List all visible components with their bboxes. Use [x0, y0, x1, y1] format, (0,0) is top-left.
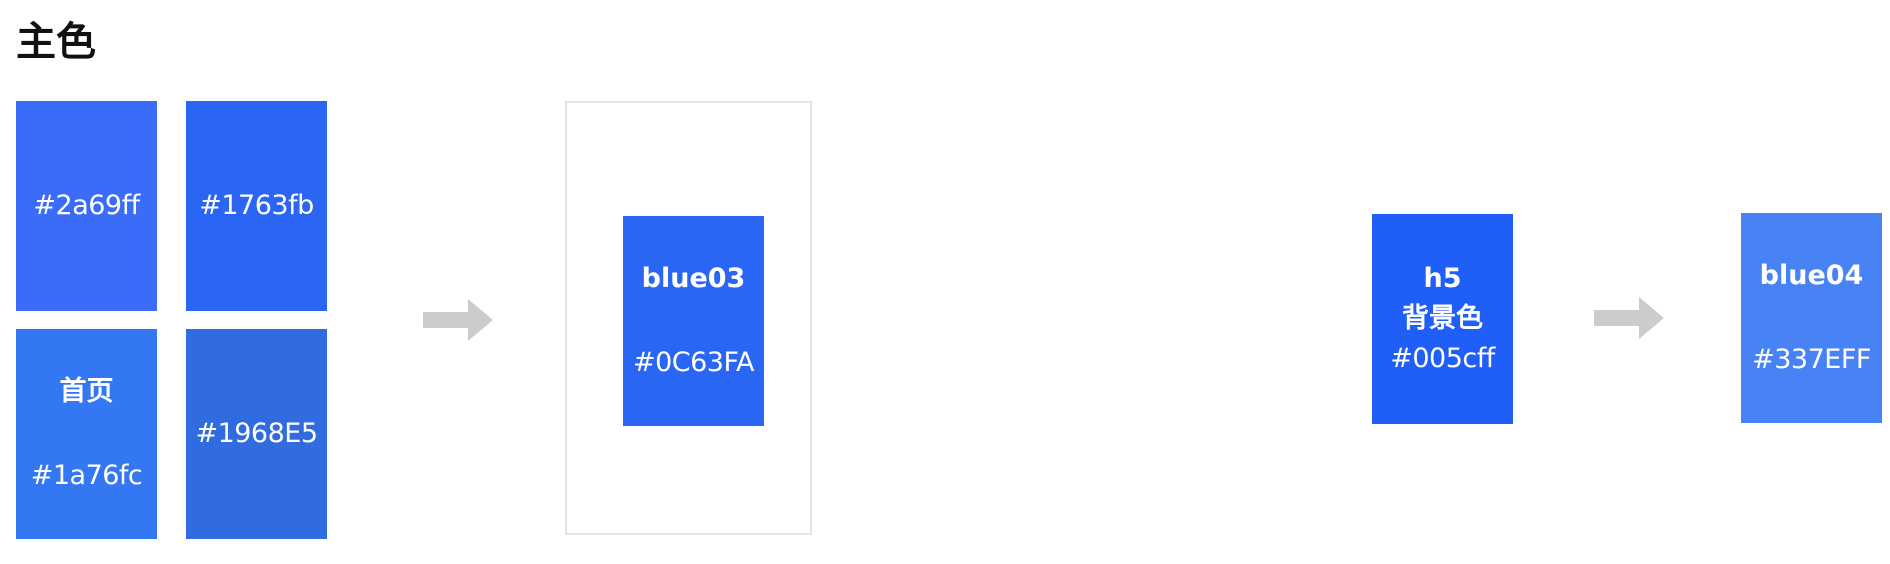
color-swatch-1763fb: #1763fb: [186, 101, 327, 311]
color-swatch-h5-background: h5 背景色 #005cff: [1372, 214, 1513, 424]
swatch-hex-label: #2a69ff: [33, 190, 140, 221]
color-swatch-blue04: blue04 #337EFF: [1741, 213, 1882, 423]
swatch-hex-label: #1763fb: [199, 190, 314, 221]
swatch-name-label: blue03: [641, 263, 746, 294]
swatch-name-sublabel: 背景色: [1402, 303, 1483, 334]
swatch-hex-label: #1968E5: [195, 418, 318, 449]
swatch-name-label: 首页: [59, 376, 114, 407]
swatch-name-label: blue04: [1759, 260, 1864, 291]
page-title: 主色: [16, 19, 96, 65]
color-swatch-blue03: blue03 #0C63FA: [623, 216, 764, 426]
color-swatch-2a69ff: #2a69ff: [16, 101, 157, 311]
swatch-hex-label: #005cff: [1390, 343, 1495, 374]
swatch-hex-label: #1a76fc: [30, 460, 143, 491]
swatch-hex-label: #0C63FA: [632, 347, 755, 378]
arrow-right-icon: [423, 299, 493, 341]
color-swatch-1968E5: #1968E5: [186, 329, 327, 539]
arrow-right-icon: [1594, 297, 1664, 339]
swatch-name-label: h5: [1423, 263, 1462, 294]
color-swatch-home: 首页 #1a76fc: [16, 329, 157, 539]
swatch-hex-label: #337EFF: [1752, 344, 1871, 375]
